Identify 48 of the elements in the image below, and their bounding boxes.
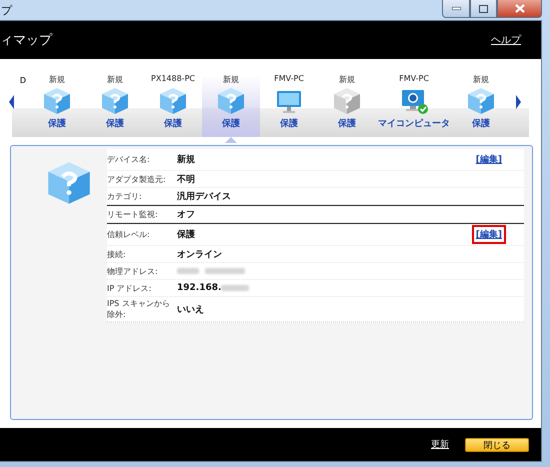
minimize-icon (452, 7, 460, 10)
minimize-button[interactable] (442, 0, 470, 18)
field-value: 192.168. (177, 283, 222, 293)
field-value: いいえ (177, 304, 204, 316)
field-value: 汎用デバイス (177, 190, 231, 202)
field-label: IPS スキャンから除外: (107, 298, 171, 320)
field-label: 信頼レベル: (107, 229, 151, 240)
field-label: 物理アドレス: (107, 266, 159, 276)
maximize-button[interactable] (470, 0, 497, 18)
field-label: リモート監視: (107, 208, 159, 220)
edit-link[interactable]: [編集] (472, 225, 506, 244)
question-box-icon (332, 86, 362, 116)
question-box-icon (42, 86, 72, 116)
field-value: 保護 (177, 228, 195, 241)
device-item[interactable]: 新規 保護 (86, 59, 144, 137)
field-label: アダプタ製造元: (107, 174, 167, 184)
pointer-icon (225, 137, 237, 143)
device-item[interactable]: 新規 保護 (452, 59, 510, 137)
field-label: カテゴリ: (107, 190, 143, 202)
question-box-icon (216, 86, 246, 116)
question-box-icon (466, 86, 496, 116)
refresh-link[interactable]: 更新 (431, 438, 449, 451)
app-title: ィマップ (0, 32, 52, 49)
scroll-right-icon[interactable] (516, 95, 521, 109)
close-dialog-button[interactable]: 閉じる (465, 438, 529, 452)
maximize-icon (479, 4, 488, 12)
close-icon (514, 4, 524, 13)
edit-link[interactable]: [編集] (472, 150, 506, 169)
blurred-value (205, 268, 245, 274)
help-link[interactable]: ヘルプ (491, 33, 521, 47)
question-box-icon (100, 86, 130, 116)
field-label: 接続: (107, 248, 127, 260)
device-item[interactable]: 新規 保護 (318, 59, 376, 137)
field-value: 新規 (177, 153, 195, 166)
device-item[interactable]: FMV-PC マイコンピュータ (376, 59, 452, 137)
scroll-left-icon[interactable] (9, 95, 14, 109)
device-item[interactable]: PX1488-PC 保護 (144, 59, 202, 137)
field-value: オンライン (177, 248, 222, 260)
field-value: 不明 (177, 174, 195, 186)
field-value: オフ (177, 208, 195, 220)
window-title: プ (0, 2, 12, 18)
question-box-icon (158, 86, 188, 116)
device-item[interactable]: FMV-PC 保護 (260, 59, 318, 137)
device-item[interactable]: 新規 保護 (28, 59, 86, 137)
field-label: デバイス名: (107, 154, 151, 165)
close-button[interactable] (497, 0, 542, 18)
device-name: D (18, 75, 28, 85)
field-label: IP アドレス: (107, 282, 152, 294)
